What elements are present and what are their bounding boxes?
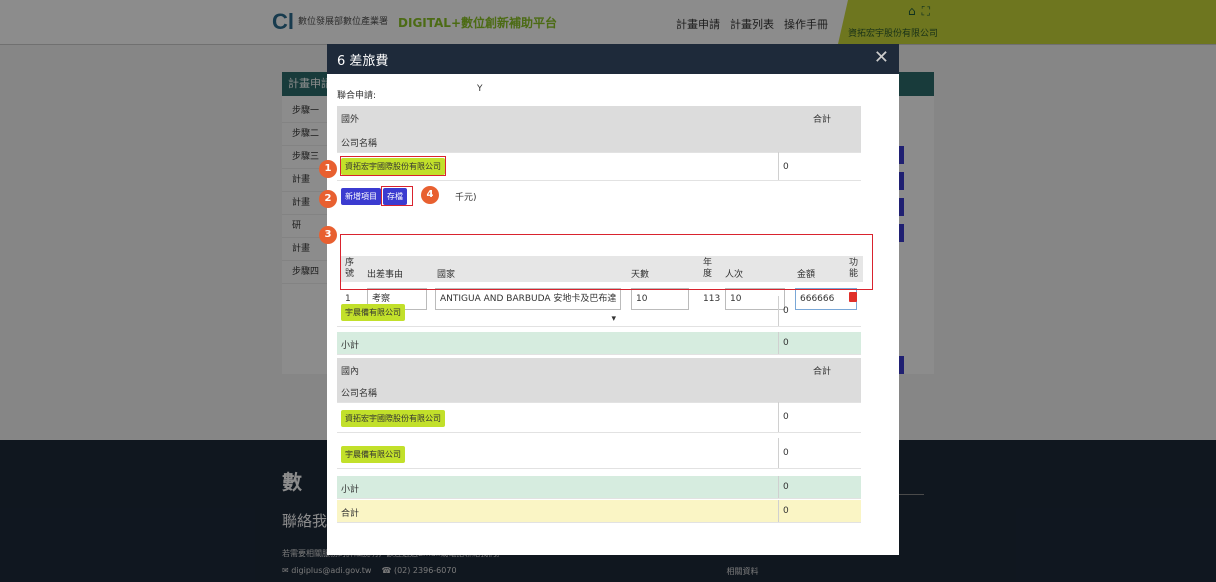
overseas-subtotal-row: 小計 0: [337, 332, 861, 355]
column-divider: [778, 402, 779, 432]
overseas-toolbar: 新增項目 存檔 千元): [337, 180, 861, 214]
add-item-button[interactable]: 新增項目: [341, 188, 381, 205]
column-divider: [778, 476, 779, 498]
company-button[interactable]: 宇晨備有限公司: [341, 446, 405, 463]
company-total: 0: [783, 162, 789, 172]
company-button[interactable]: 資拓宏宇國際股份有限公司: [341, 410, 445, 427]
domestic-company1-row: 資拓宏宇國際股份有限公司 0: [337, 402, 861, 433]
subtotal-value: 0: [783, 338, 789, 348]
company-name-header: 公司名稱: [337, 130, 861, 153]
subtotal-label: 小計: [341, 485, 360, 495]
joint-application-row: 聯合申請: Y: [337, 84, 889, 101]
column-divider: [778, 296, 779, 326]
step-marker: 4: [421, 186, 439, 204]
joint-label: 聯合申請:: [337, 91, 377, 101]
domestic-subtotal-row: 小計 0: [337, 476, 861, 499]
overseas-total-label: 合計: [813, 115, 832, 125]
domestic-company-header: 公司名稱: [337, 380, 861, 403]
column-divider: [778, 500, 779, 522]
grand-total-label: 合計: [341, 509, 360, 519]
subtotal-label: 小計: [341, 341, 360, 351]
highlight-box: [340, 156, 446, 176]
column-divider: [778, 152, 779, 180]
grand-total-value: 0: [783, 506, 789, 516]
company-total: 0: [783, 306, 789, 316]
domestic-total-label: 合計: [813, 367, 832, 377]
column-divider: [778, 438, 779, 468]
joint-value: Y: [477, 84, 483, 94]
modal-header: 6 差旅費 ✕: [327, 44, 899, 74]
column-divider: [778, 332, 779, 354]
company-name-header-label: 公司名稱: [341, 389, 378, 399]
travel-expense-modal: 6 差旅費 ✕ 聯合申請: Y 國外 合計 公司名稱 資拓宏宇國際股份有限公司 …: [319, 44, 899, 555]
company-total: 0: [783, 448, 789, 458]
highlight-box: [340, 234, 873, 290]
modal-title: 6 差旅費: [337, 54, 389, 69]
unit-note: 千元): [455, 193, 477, 203]
step-marker: 2: [319, 190, 337, 208]
step-marker: 3: [319, 226, 337, 244]
overseas-company2-row: 宇晨備有限公司 0: [337, 296, 861, 327]
domestic-header: 國內 合計: [337, 358, 861, 381]
company-button[interactable]: 宇晨備有限公司: [341, 304, 405, 321]
domestic-company2-row: 宇晨備有限公司 0: [337, 438, 861, 469]
close-icon[interactable]: ✕: [874, 47, 889, 68]
domestic-label: 國內: [341, 367, 360, 377]
overseas-header: 國外 合計: [337, 106, 861, 131]
company-total: 0: [783, 412, 789, 422]
overseas-label: 國外: [341, 115, 360, 125]
company-name-header-label: 公司名稱: [341, 139, 378, 149]
grand-total-row: 合計 0: [337, 500, 861, 523]
subtotal-value: 0: [783, 482, 789, 492]
highlight-box: [381, 186, 413, 206]
step-marker: 1: [319, 160, 337, 178]
